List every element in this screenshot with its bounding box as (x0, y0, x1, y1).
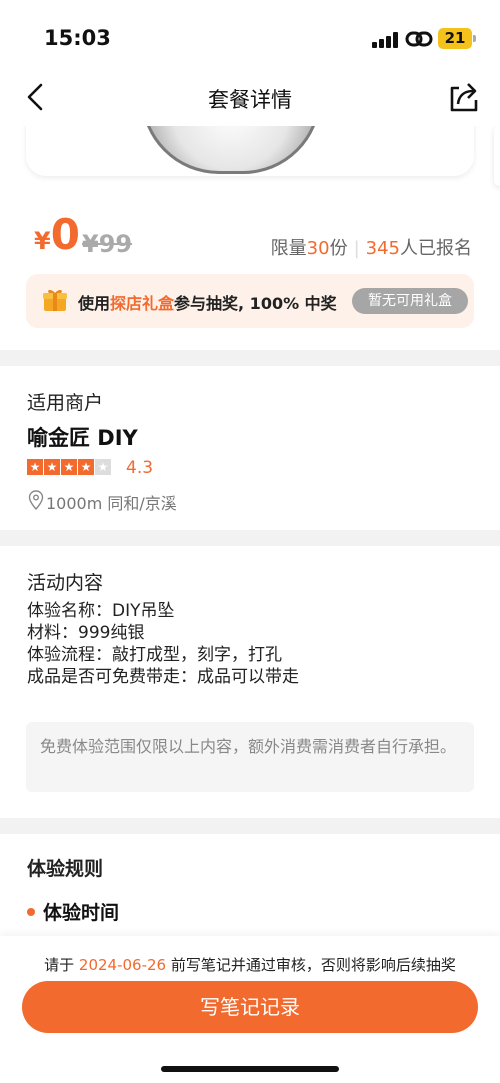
gift-box-link[interactable]: 探店礼盒 (110, 294, 174, 313)
signup-count: 345 (365, 238, 400, 259)
share-icon[interactable] (446, 80, 480, 114)
rule-item-title: 体验时间 (43, 902, 120, 924)
product-photo (141, 126, 321, 174)
original-price: ¥99 (82, 230, 133, 258)
location-pin-icon (28, 490, 44, 510)
bullet-dot (27, 908, 35, 916)
gift-text-prefix: 使用 (78, 294, 111, 313)
star-icon: ★ (27, 459, 43, 475)
quota-count: 30 (306, 238, 330, 259)
gift-promo-text: 使用探店礼盒参与抽奖, 100% 中奖 (78, 290, 337, 314)
star-icon: ★ (44, 459, 60, 475)
quota-prefix: 限量 (270, 238, 307, 259)
current-price: ¥0 (34, 214, 80, 256)
rating-score: 4.3 (126, 458, 154, 478)
merchant-section-label: 适用商户 (27, 392, 104, 414)
link-icon (405, 31, 433, 47)
distance-area: 1000m 同和/京溪 (46, 494, 177, 513)
currency-symbol: ¥ (34, 227, 51, 255)
rules-section: 体验规则 体验时间 (0, 834, 500, 944)
activity-section: 活动内容 体验名称：DIY吊坠 材料：999纯银 体验流程：敲打成型，刻字，打孔… (0, 546, 500, 818)
activity-line: 成品是否可免费带走：成品可以带走 (27, 667, 299, 687)
notice-box: 免费体验范围仅限以上内容，额外消费需消费者自行承担。 (26, 722, 474, 792)
star-icon: ★ (95, 459, 111, 475)
deadline-date: 2024-06-26 (78, 956, 167, 974)
product-image-card[interactable] (26, 126, 474, 176)
activity-section-label: 活动内容 (27, 572, 104, 594)
status-time: 15:03 (44, 26, 111, 50)
rating-stars: ★ ★ ★ ★ ★ (27, 459, 111, 475)
star-icon: ★ (61, 459, 77, 475)
quota-info: 限量30份 | 345人已报名 (271, 234, 472, 260)
price-section: ¥0 ¥99 限量30份 | 345人已报名 使用探店礼盒参与抽奖, 100% 中奖… (0, 196, 500, 350)
quota-suffix: 份 (329, 238, 348, 259)
activity-line: 体验名称：DIY吊坠 (27, 601, 175, 621)
next-image-card[interactable] (494, 126, 500, 186)
signup-suffix: 人已报名 (400, 238, 472, 259)
page-title: 套餐详情 (208, 88, 292, 112)
nav-bar: 套餐详情 (0, 70, 500, 126)
star-icon: ★ (78, 459, 94, 475)
bottom-action-bar: 请于 2024-06-26 前写笔记并通过审核，否则将影响后续抽奖 写笔记记录 (0, 936, 500, 1083)
signal-icon (372, 32, 400, 48)
activity-line: 材料：999纯银 (27, 623, 145, 643)
write-note-button[interactable]: 写笔记记录 (22, 981, 478, 1033)
home-indicator[interactable] (161, 1066, 339, 1072)
deadline-prefix: 请于 (44, 956, 79, 974)
battery-indicator: 21 (438, 28, 476, 49)
deadline-notice: 请于 2024-06-26 前写笔记并通过审核，否则将影响后续抽奖 (0, 954, 500, 975)
gift-box-banner: 使用探店礼盒参与抽奖, 100% 中奖 ? 暂无可用礼盒 (26, 274, 474, 328)
current-price-value: 0 (50, 210, 80, 259)
status-bar: 15:03 21 (0, 0, 500, 70)
merchant-name[interactable]: 喻金匠 DIY (27, 422, 138, 452)
divider: | (353, 238, 360, 259)
activity-line: 体验流程：敲打成型，刻字，打孔 (27, 645, 282, 665)
rules-section-label: 体验规则 (27, 858, 104, 880)
gift-text-suffix: 参与抽奖, 100% 中奖 (174, 294, 337, 313)
no-gift-box-button[interactable]: 暂无可用礼盒 (352, 288, 468, 314)
activity-details: 体验名称：DIY吊坠 材料：999纯银 体验流程：敲打成型，刻字，打孔 成品是否… (27, 600, 299, 688)
deadline-suffix: 前写笔记并通过审核，否则将影响后续抽奖 (166, 956, 456, 974)
merchant-section[interactable]: 适用商户 喻金匠 DIY ★ ★ ★ ★ ★ 4.3 1000m 同和/京溪 (0, 366, 500, 530)
product-image-area (0, 126, 500, 196)
gift-box-icon (43, 289, 67, 311)
